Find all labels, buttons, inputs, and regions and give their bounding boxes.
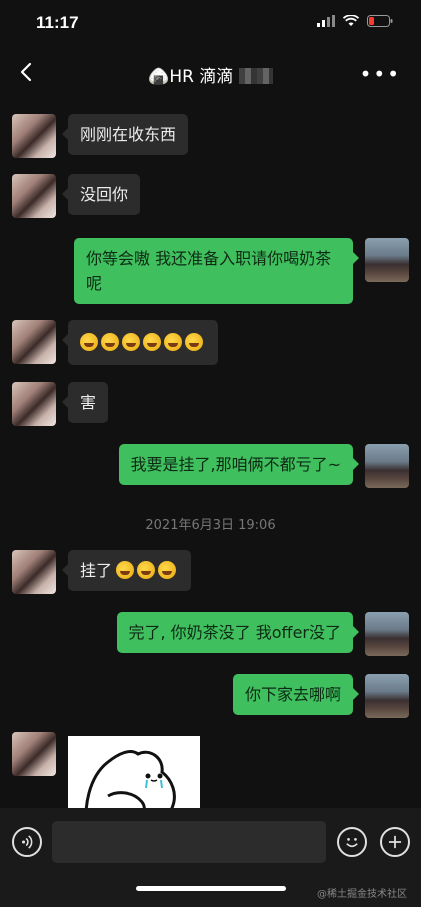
plus-icon[interactable] xyxy=(380,827,410,857)
message-text: 挂了 xyxy=(80,561,113,580)
voice-input-icon[interactable] xyxy=(12,827,42,857)
status-icons xyxy=(317,15,393,27)
avatar[interactable] xyxy=(12,320,56,364)
avatar[interactable] xyxy=(365,238,409,282)
message-bubble[interactable]: 刚刚在收东西 xyxy=(61,114,189,155)
laugh-emoji-icon xyxy=(80,333,98,351)
message-bubble[interactable]: 我要是挂了,那咱俩不都亏了~ xyxy=(118,444,359,485)
message-bubble[interactable]: 没回你 xyxy=(61,174,141,215)
timestamp: 2021年6月3日 19:06 xyxy=(145,518,276,533)
laugh-emoji-icon xyxy=(116,561,135,579)
avatar[interactable] xyxy=(12,114,56,158)
message-bubble[interactable]: 完了, 你奶茶没了 我offer没了 xyxy=(116,612,359,653)
signal-icon xyxy=(317,15,335,27)
avatar[interactable] xyxy=(12,550,56,594)
avatar[interactable] xyxy=(365,444,409,488)
message-input[interactable] xyxy=(52,821,326,863)
laugh-emoji-icon xyxy=(164,333,182,351)
message-bubble[interactable]: 害 xyxy=(61,382,109,423)
laugh-emoji-icon xyxy=(101,333,119,351)
cartoon-sticker-icon xyxy=(84,750,176,808)
home-indicator[interactable] xyxy=(136,886,286,891)
message-bubble[interactable]: 你等会嗷 我还准备入职请你喝奶茶呢 xyxy=(74,238,359,304)
watermark: @稀土掘金技术社区 xyxy=(317,889,407,900)
more-button[interactable]: ••• xyxy=(360,62,401,86)
input-bar: @稀土掘金技术社区 xyxy=(0,808,421,907)
sticker-image[interactable] xyxy=(68,736,200,808)
status-time: 11:17 xyxy=(36,13,79,32)
avatar[interactable] xyxy=(12,382,56,426)
emoji-icon[interactable] xyxy=(337,827,367,857)
chat-area[interactable]: 刚刚在收东西 没回你 你等会嗷 我还准备入职请你喝奶茶呢 害 我要是挂了,那咱俩… xyxy=(0,100,421,808)
blurred-name xyxy=(238,68,273,84)
laugh-emoji-icon xyxy=(143,333,161,351)
status-bar: 11:17 xyxy=(0,0,421,46)
laugh-emoji-icon xyxy=(158,561,177,579)
laugh-emoji-icon xyxy=(122,333,140,351)
chat-header: 🍙HR 滴滴 ••• xyxy=(0,50,421,96)
laugh-emoji-icon xyxy=(185,333,203,351)
avatar[interactable] xyxy=(365,612,409,656)
wifi-icon xyxy=(343,15,359,26)
avatar[interactable] xyxy=(365,674,409,718)
message-bubble[interactable]: 挂了 xyxy=(61,550,192,591)
message-bubble[interactable]: 你下家去哪啊 xyxy=(232,674,360,715)
chat-title-text: HR 滴滴 xyxy=(169,67,234,87)
avatar[interactable] xyxy=(12,174,56,218)
battery-icon xyxy=(367,15,393,27)
laugh-emoji-icon xyxy=(137,561,156,579)
title-emoji: 🍙 xyxy=(148,67,170,87)
chat-title: 🍙HR 滴滴 xyxy=(0,62,421,87)
message-bubble[interactable] xyxy=(62,320,218,365)
avatar[interactable] xyxy=(12,732,56,776)
